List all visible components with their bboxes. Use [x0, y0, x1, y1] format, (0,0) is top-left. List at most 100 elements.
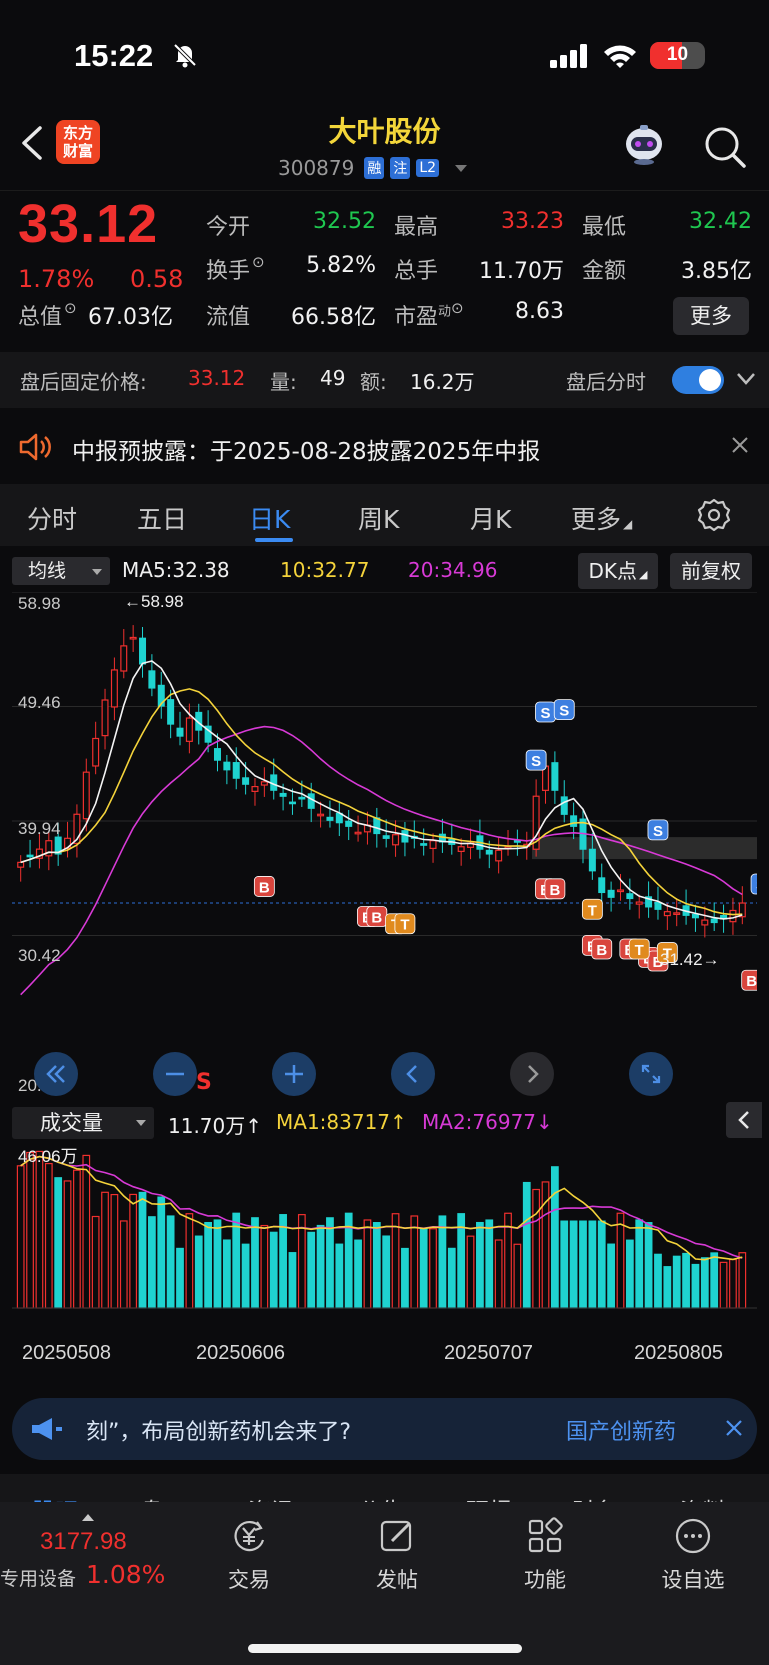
- volume-bar: [429, 1228, 437, 1309]
- candle: [691, 913, 699, 919]
- home-indicator: [248, 1644, 522, 1653]
- ad-banner[interactable]: 刻”，布局创新药机会来了? 国产创新药: [12, 1398, 757, 1460]
- change-percent: 1.78%: [18, 265, 95, 293]
- t-marker-label: T: [635, 942, 644, 959]
- search-icon[interactable]: [704, 126, 746, 168]
- collapse-panel-button[interactable]: [726, 1102, 762, 1138]
- candle: [354, 831, 362, 835]
- date-label: 20250606: [196, 1342, 285, 1364]
- bottom-nav: 3177.98 专用设备 1.08% 交易 发帖 功能 设自选: [0, 1502, 769, 1665]
- candle: [420, 843, 428, 846]
- volume-bar: [354, 1239, 362, 1309]
- sector-index-label[interactable]: 专用设备: [0, 1564, 76, 1591]
- info-icon[interactable]: ⊙: [252, 253, 265, 271]
- back-arrow-icon[interactable]: [20, 126, 44, 160]
- notice-bar[interactable]: 中报预披露：于2025-08-28披露2025年中报: [0, 416, 769, 476]
- volume-bar: [372, 1222, 381, 1309]
- trade-button[interactable]: 交易: [204, 1516, 294, 1594]
- total-volume-label: 总手: [394, 259, 439, 284]
- y-tick-label: 30.42: [18, 946, 61, 965]
- indicator-select[interactable]: 均线: [12, 557, 110, 585]
- registration-tag: 注: [390, 157, 411, 179]
- volume-bar: [138, 1191, 147, 1309]
- robot-assistant-icon[interactable]: [620, 122, 668, 166]
- tab-weekly-k[interactable]: 周K: [358, 500, 399, 536]
- sector-index-percent[interactable]: 1.08%: [86, 1560, 165, 1589]
- volume-ma2: MA2:76977↓: [422, 1110, 553, 1134]
- tab-underline: [255, 538, 293, 542]
- candle: [139, 637, 147, 665]
- edit-icon: [380, 1520, 412, 1552]
- features-button[interactable]: 功能: [500, 1516, 590, 1594]
- buy-marker-label: B: [549, 882, 560, 899]
- tab-five-day[interactable]: 五日: [137, 500, 187, 536]
- chevron-left-icon: [406, 1065, 417, 1083]
- info-icon[interactable]: ⊙: [451, 299, 464, 317]
- sector-index-value[interactable]: 3177.98: [40, 1528, 127, 1556]
- info-icon[interactable]: ⊙: [64, 299, 77, 317]
- zoom-in-button[interactable]: [272, 1052, 316, 1096]
- volume-bar: [148, 1216, 156, 1309]
- candle: [710, 918, 718, 924]
- tab-daily-k[interactable]: 日K: [249, 500, 290, 536]
- chevron-up-icon[interactable]: [82, 1514, 94, 1521]
- kline-chart[interactable]: BBBBBBBBBBBSSSSSTTTTT: [12, 592, 757, 1092]
- volume-bar: [700, 1257, 709, 1309]
- ad-link[interactable]: 国产创新药: [566, 1414, 676, 1446]
- after-hours-toggle[interactable]: [672, 366, 724, 394]
- dk-point-button[interactable]: DK点 ◢: [578, 553, 658, 589]
- adjust-button[interactable]: 前复权: [670, 553, 752, 589]
- turnover-label: 换手 ⊙: [206, 253, 265, 284]
- volume-bar: [44, 1162, 53, 1309]
- volume-bar: [447, 1247, 456, 1309]
- after-hours-bar: 盘后固定价格: 33.12 量: 49 额: 16.2万 盘后分时: [0, 352, 769, 408]
- volume-bar: [607, 1243, 615, 1309]
- after-hours-price: 33.12: [188, 366, 246, 390]
- candle: [17, 861, 25, 868]
- volume-bar: [326, 1217, 334, 1309]
- bell-off-icon: [173, 43, 197, 68]
- candle: [307, 793, 315, 809]
- high-annotation: ←58.98: [124, 592, 184, 611]
- candle: [635, 901, 643, 905]
- close-icon[interactable]: [724, 1418, 744, 1438]
- low-value: 32.42: [689, 209, 752, 234]
- zoom-out-button[interactable]: [153, 1052, 197, 1096]
- scroll-left-fast-button[interactable]: [34, 1052, 78, 1096]
- volume-chart[interactable]: [12, 1140, 757, 1332]
- y-tick-label: 49.46: [18, 693, 61, 712]
- ma10-line: [20, 688, 743, 916]
- tab-monthly-k[interactable]: 月K: [470, 500, 511, 536]
- more-button[interactable]: 更多: [673, 297, 749, 335]
- volume-bar: [466, 1235, 475, 1309]
- tab-more[interactable]: 更多 ◢: [571, 500, 632, 536]
- scroll-right-button[interactable]: [510, 1052, 554, 1096]
- date-label: 20250805: [634, 1342, 723, 1364]
- candle: [317, 813, 325, 817]
- stock-code: 300879: [278, 156, 355, 180]
- stock-code-row[interactable]: 300879 融 注 L2: [278, 156, 468, 180]
- chevron-down-icon[interactable]: [736, 372, 756, 386]
- volume-bar: [279, 1214, 287, 1309]
- fullscreen-button[interactable]: [629, 1052, 673, 1096]
- volume-bar: [91, 1215, 100, 1309]
- candle: [279, 792, 287, 797]
- post-button[interactable]: 发帖: [352, 1516, 442, 1594]
- candle: [654, 901, 662, 910]
- volume-indicator-select[interactable]: 成交量: [12, 1107, 154, 1139]
- volume-bar: [494, 1239, 503, 1309]
- high-value: 33.23: [501, 209, 564, 234]
- add-watchlist-button[interactable]: 设自选: [648, 1516, 738, 1594]
- candle: [401, 830, 409, 843]
- after-hours-label: 盘后固定价格:: [20, 370, 147, 394]
- gear-icon[interactable]: [697, 498, 731, 532]
- volume-bar: [710, 1252, 719, 1309]
- volume-bar: [550, 1166, 559, 1309]
- scroll-left-button[interactable]: [391, 1052, 435, 1096]
- volume-bar: [157, 1196, 166, 1309]
- tab-timeshare[interactable]: 分时: [27, 500, 77, 536]
- volume-bar: [635, 1219, 644, 1309]
- volume-bar: [644, 1222, 653, 1309]
- candle: [148, 670, 156, 689]
- close-icon[interactable]: [731, 436, 749, 454]
